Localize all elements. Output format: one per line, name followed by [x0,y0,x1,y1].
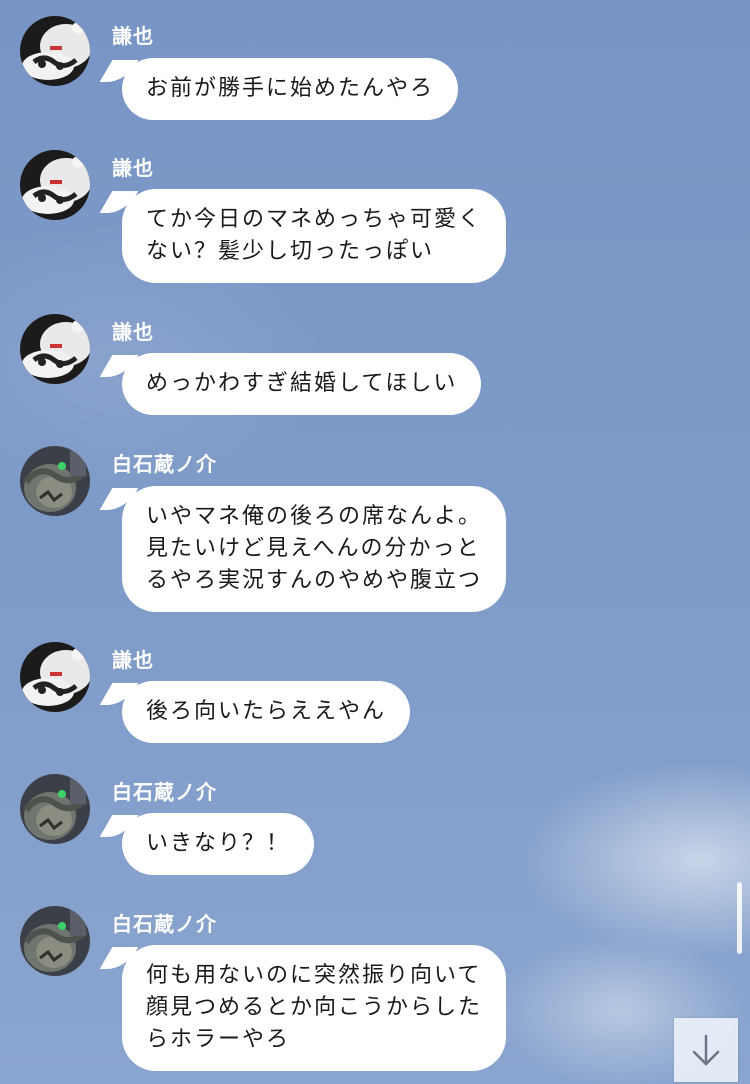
message-bubble[interactable]: 後ろ向いたらええやん [122,681,411,743]
avatar-shiraishi[interactable] [20,446,90,516]
message-text: お前が勝手に始めたんやろ [146,76,435,101]
kenya-avatar-image [20,314,90,384]
message-bubble[interactable]: いきなり？！ [122,813,315,875]
shiraishi-avatar-image [20,446,90,516]
message-bubble[interactable]: いやマネ俺の後ろの席なんよ。 見たいけど見えへんの分かっと るやろ実況すんのやめ… [122,486,507,612]
scrollbar[interactable] [737,882,742,954]
message-text: てか今日のマネめっちゃ可愛く [146,207,483,232]
message-text: 後ろ向いたらええやん [146,699,387,724]
shiraishi-avatar-image [20,906,90,976]
avatar-shiraishi[interactable] [20,906,90,976]
sender-name: 謙也 [112,24,154,48]
message-bubble[interactable]: 何も用ないのに突然振り向いて 顔見つめるとか向こうからした らホラーやろ [122,945,507,1071]
kenya-avatar-image [20,642,90,712]
sender-name: 謙也 [112,320,154,344]
shiraishi-avatar-image [20,774,90,844]
message-bubble[interactable]: お前が勝手に始めたんやろ [122,58,459,120]
message-text: 顔見つめるとか向こうからした [146,995,483,1020]
sender-name: 謙也 [112,156,154,180]
arrow-down-icon [692,1034,720,1066]
message-text: 何も用ないのに突然振り向いて [146,963,482,988]
message-text: めっかわすぎ結婚してほしい [146,371,458,396]
message-text: らホラーやろ [146,1027,291,1052]
sender-name: 白石蔵ノ介 [112,912,217,936]
sender-name: 謙也 [112,648,154,672]
avatar-shiraishi[interactable] [20,774,90,844]
avatar-kenya[interactable] [20,150,90,220]
message-bubble[interactable]: めっかわすぎ結婚してほしい [122,353,482,415]
avatar-kenya[interactable] [20,642,90,712]
kenya-avatar-image [20,150,90,220]
avatar-kenya[interactable] [20,314,90,384]
kenya-avatar-image [20,16,90,86]
message-text: いやマネ俺の後ろの席なんよ。 [146,504,483,529]
message-text: ない？髪少し切ったっぽい [146,239,435,264]
sender-name: 白石蔵ノ介 [112,452,217,476]
message-text: いきなり？！ [146,831,291,856]
message-text: 見たいけど見えへんの分かっと [146,536,481,561]
message-bubble[interactable]: てか今日のマネめっちゃ可愛く ない？髪少し切ったっぽい [122,189,507,283]
sender-name: 白石蔵ノ介 [112,780,217,804]
scroll-to-bottom-button[interactable] [674,1018,738,1082]
avatar-kenya[interactable] [20,16,90,86]
message-text: るやろ実況すんのやめや腹立つ [146,568,483,593]
